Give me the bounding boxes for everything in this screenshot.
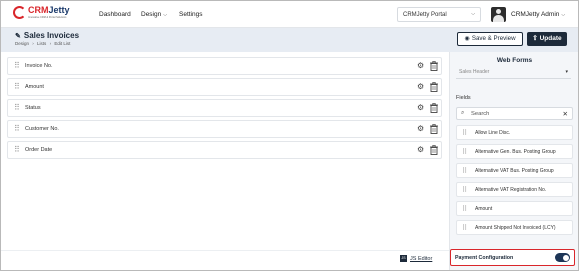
column-label: Status bbox=[25, 105, 41, 111]
chevron-down-icon: ▾ bbox=[565, 69, 568, 75]
field-item[interactable]: ⠿ Amount bbox=[456, 201, 573, 216]
breadcrumb-lists[interactable]: Lists bbox=[37, 41, 46, 46]
field-item[interactable]: ⠿ Alternative VAT Bus. Posting Group bbox=[456, 163, 573, 178]
trash-icon[interactable] bbox=[430, 103, 438, 113]
payment-configuration-label: Payment Configuration bbox=[455, 255, 514, 261]
js-icon: JS bbox=[400, 255, 407, 262]
chevron-down-icon: ⌵ bbox=[471, 11, 475, 17]
column-row[interactable]: ⠿ Amount ⚙ bbox=[7, 78, 442, 96]
drag-handle-icon[interactable]: ⠿ bbox=[462, 148, 467, 156]
app-frame: CRMJetty Innovative CRM & Portal Solutio… bbox=[0, 0, 579, 271]
column-row[interactable]: ⠿ Invoice No. ⚙ bbox=[7, 57, 442, 75]
column-row[interactable]: ⠿ Customer No. ⚙ bbox=[7, 120, 442, 138]
field-list: ⠿ Allow Line Disc. ⠿ Alternative Gen. Bus.… bbox=[456, 125, 573, 239]
search-icon: ⌕ bbox=[461, 110, 465, 116]
trash-icon[interactable] bbox=[430, 61, 438, 71]
js-editor-link[interactable]: JS JS Editor bbox=[400, 255, 432, 262]
breadcrumb: Design › Lists › Edit List bbox=[15, 41, 72, 46]
nav-settings[interactable]: Settings bbox=[179, 11, 203, 18]
column-row[interactable]: ⠿ Order Date ⚙ bbox=[7, 141, 442, 159]
update-button[interactable]: ⇧ Update bbox=[527, 32, 567, 46]
user-menu[interactable]: CRMJetty Admin ⌵ bbox=[511, 11, 565, 18]
field-item[interactable]: ⠿ Allow Line Disc. bbox=[456, 125, 573, 140]
column-row[interactable]: ⠿ Status ⚙ bbox=[7, 99, 442, 117]
payment-configuration-toggle[interactable] bbox=[555, 253, 570, 262]
chevron-down-icon: ⌵ bbox=[561, 12, 566, 18]
drag-handle-icon[interactable]: ⠿ bbox=[462, 167, 467, 175]
upload-icon: ⇧ bbox=[532, 35, 538, 42]
drag-handle-icon[interactable]: ⠿ bbox=[462, 224, 467, 232]
top-navbar: CRMJetty Innovative CRM & Portal Solutio… bbox=[1, 1, 578, 28]
drag-handle-icon[interactable]: ⠿ bbox=[462, 205, 467, 213]
field-item[interactable]: ⠿ Amount Shipped Not Invoiced (LCY) bbox=[456, 220, 573, 235]
save-preview-button[interactable]: ◉ Save & Preview bbox=[457, 32, 523, 46]
eye-icon: ◉ bbox=[464, 35, 470, 42]
breadcrumb-edit-list: Edit List bbox=[54, 41, 71, 46]
page-title: ✎ Sales Invoices bbox=[15, 31, 80, 40]
trash-icon[interactable] bbox=[430, 124, 438, 134]
brand-logo[interactable]: CRMJetty Innovative CRM & Portal Solutio… bbox=[13, 5, 70, 24]
breadcrumb-separator: › bbox=[49, 41, 52, 46]
web-forms-panel: Web Forms Sales Header ▾ Fields ⌕ Search… bbox=[449, 52, 578, 270]
payment-configuration-row: Payment Configuration bbox=[450, 249, 575, 266]
user-avatar[interactable] bbox=[491, 7, 506, 22]
divider bbox=[1, 250, 449, 251]
nav-design[interactable]: Design ⌵ bbox=[141, 11, 167, 18]
chevron-down-icon: ⌵ bbox=[163, 12, 168, 18]
field-item[interactable]: ⠿ Alternative Gen. Bus. Posting Group bbox=[456, 144, 573, 159]
field-search-input[interactable]: ⌕ Search ✕ bbox=[456, 107, 573, 120]
trash-icon[interactable] bbox=[430, 82, 438, 92]
nav-dashboard[interactable]: Dashboard bbox=[99, 11, 131, 18]
page-header: ✎ Sales Invoices Design › Lists › Edit Li… bbox=[1, 28, 578, 52]
breadcrumb-design[interactable]: Design bbox=[15, 41, 29, 46]
drag-handle-icon[interactable]: ⠿ bbox=[462, 186, 467, 194]
logo-tagline: Innovative CRM & Portal Solutions bbox=[28, 16, 67, 19]
gear-icon[interactable]: ⚙ bbox=[417, 82, 424, 91]
fields-label: Fields bbox=[456, 95, 471, 101]
avatar-body bbox=[493, 15, 504, 22]
drag-handle-icon[interactable]: ⠿ bbox=[14, 61, 20, 70]
close-icon[interactable]: ✕ bbox=[563, 110, 568, 118]
pencil-icon[interactable]: ✎ bbox=[15, 32, 21, 40]
gear-icon[interactable]: ⚙ bbox=[417, 145, 424, 154]
drag-handle-icon[interactable]: ⠿ bbox=[14, 82, 20, 91]
field-item[interactable]: ⠿ Alternative VAT Registration No. bbox=[456, 182, 573, 197]
drag-handle-icon[interactable]: ⠿ bbox=[462, 129, 467, 137]
list-columns: ⠿ Invoice No. ⚙ ⠿ Amount ⚙ ⠿ Status ⚙ ⠿ … bbox=[7, 57, 442, 162]
gear-icon[interactable]: ⚙ bbox=[417, 103, 424, 112]
drag-handle-icon[interactable]: ⠿ bbox=[14, 103, 20, 112]
gear-icon[interactable]: ⚙ bbox=[417, 61, 424, 70]
panel-title: Web Forms bbox=[496, 57, 533, 64]
trash-icon[interactable] bbox=[430, 145, 438, 155]
column-label: Customer No. bbox=[25, 126, 59, 132]
column-label: Amount bbox=[25, 84, 44, 90]
logo-mark-icon bbox=[13, 6, 26, 19]
gear-icon[interactable]: ⚙ bbox=[417, 124, 424, 133]
portal-select[interactable]: CRMJetty Portal ⌵ bbox=[397, 7, 481, 22]
toggle-knob bbox=[562, 254, 569, 261]
breadcrumb-separator: › bbox=[32, 41, 34, 46]
column-label: Invoice No. bbox=[25, 63, 53, 69]
drag-handle-icon[interactable]: ⠿ bbox=[14, 124, 20, 133]
entity-select[interactable]: Sales Header ▾ bbox=[456, 67, 571, 79]
column-label: Order Date bbox=[25, 147, 53, 153]
drag-handle-icon[interactable]: ⠿ bbox=[14, 145, 20, 154]
logo-text: CRMJetty bbox=[28, 5, 70, 15]
avatar-head bbox=[496, 9, 501, 14]
